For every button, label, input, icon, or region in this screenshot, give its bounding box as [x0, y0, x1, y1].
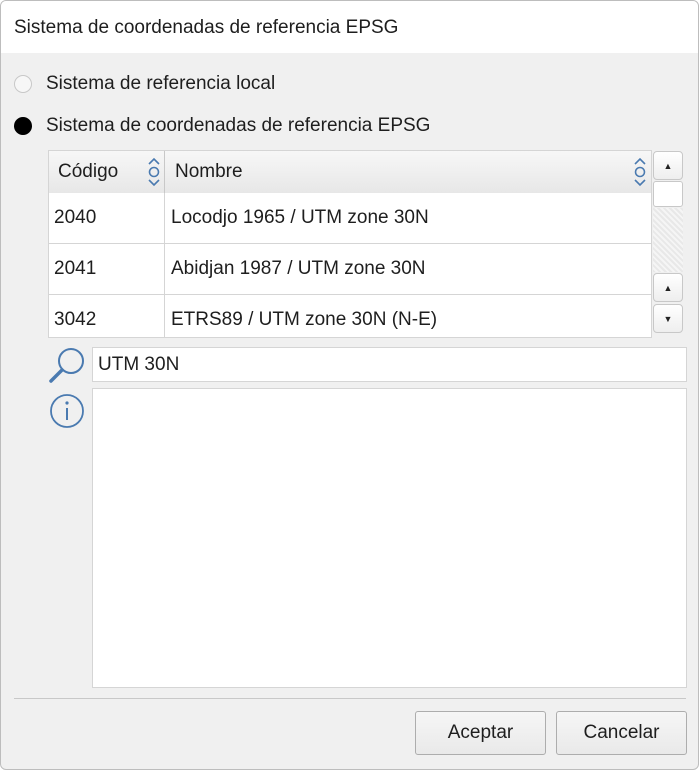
scrollbar-track[interactable]: [653, 208, 683, 272]
info-text-area: [92, 388, 687, 688]
accept-button[interactable]: Aceptar: [415, 711, 546, 755]
column-header-name-label: Nombre: [175, 161, 243, 182]
search-icon: [49, 348, 84, 383]
divider: [14, 698, 686, 699]
epsg-dialog: Sistema de coordenadas de referencia EPS…: [0, 0, 699, 770]
radio-button-local[interactable]: [14, 75, 32, 93]
table-row[interactable]: 2040 Locodjo 1965 / UTM zone 30N: [49, 193, 651, 244]
radio-label-epsg: Sistema de coordenadas de referencia EPS…: [46, 115, 431, 136]
sort-icon[interactable]: [146, 155, 162, 189]
table-scrollbar[interactable]: ▲ ▲ ▼: [652, 150, 685, 338]
arrow-up-icon: ▲: [663, 160, 673, 171]
scrollbar-thumb[interactable]: [653, 181, 683, 207]
radio-button-epsg[interactable]: [14, 117, 32, 135]
cell-name: ETRS89 / UTM zone 30N (N-E): [171, 309, 438, 330]
column-header-code[interactable]: Código: [49, 151, 165, 193]
table-header: Código Nombre: [49, 151, 651, 194]
cell-code: 2041: [49, 244, 165, 294]
cell-code: 2040: [49, 193, 165, 243]
scroll-up-button[interactable]: ▲: [653, 273, 683, 302]
cell-name: Abidjan 1987 / UTM zone 30N: [171, 258, 426, 279]
cancel-button[interactable]: Cancelar: [556, 711, 687, 755]
window-title: Sistema de coordenadas de referencia EPS…: [14, 17, 399, 38]
column-header-code-label: Código: [58, 161, 119, 182]
arrow-down-icon: ▼: [663, 313, 673, 324]
info-icon: [50, 394, 84, 428]
radio-epsg-reference[interactable]: Sistema de coordenadas de referencia EPS…: [14, 114, 430, 138]
column-header-name[interactable]: Nombre: [166, 151, 651, 193]
cell-code: 3042: [49, 295, 165, 337]
epsg-table: Código Nombre 2040 Locodjo 1965 / UTM zo…: [48, 150, 652, 338]
radio-local-reference[interactable]: Sistema de referencia local: [14, 72, 275, 96]
radio-label-local: Sistema de referencia local: [46, 73, 276, 94]
sort-icon[interactable]: [632, 155, 648, 189]
scroll-up-top-button[interactable]: ▲: [653, 151, 683, 180]
cell-name: Locodjo 1965 / UTM zone 30N: [171, 207, 429, 228]
table-row[interactable]: 2041 Abidjan 1987 / UTM zone 30N: [49, 244, 651, 295]
title-bar: Sistema de coordenadas de referencia EPS…: [1, 1, 698, 53]
search-input[interactable]: [92, 347, 687, 382]
table-row[interactable]: 3042 ETRS89 / UTM zone 30N (N-E): [49, 295, 651, 337]
arrow-up-icon: ▲: [663, 282, 673, 293]
scroll-down-button[interactable]: ▼: [653, 304, 683, 333]
